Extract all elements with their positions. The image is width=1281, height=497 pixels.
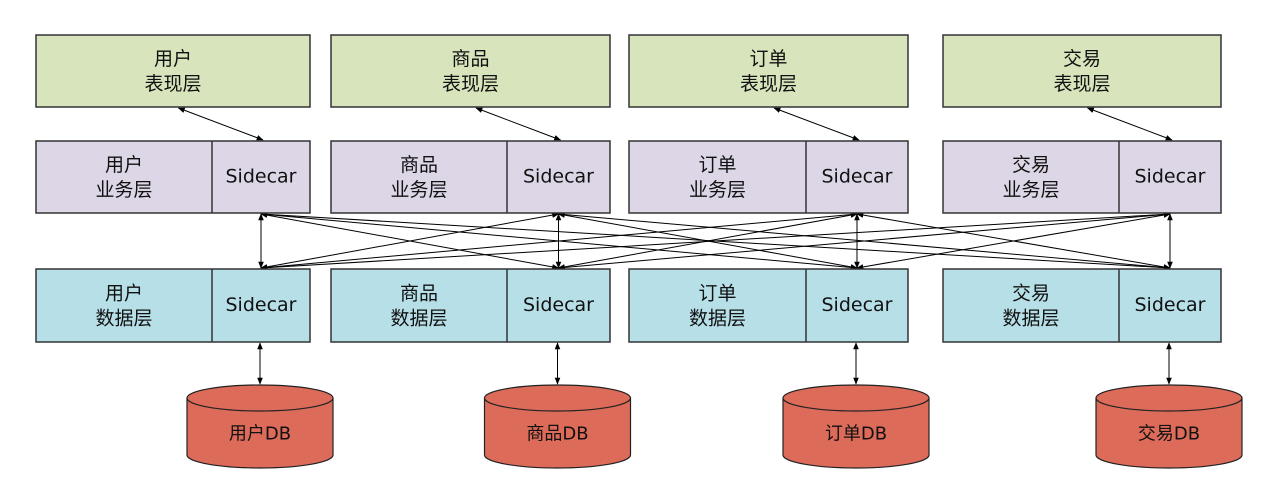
presentation-layer-label-line: 商品	[451, 48, 489, 70]
presentation-layer-label-line: 表现层	[144, 73, 201, 95]
presentation-layer-label-line: 表现层	[442, 73, 499, 95]
database-cylinder: 商品DB	[483, 384, 632, 469]
database-label: 商品DB	[526, 424, 588, 445]
presentation-layer-label-line: 订单	[749, 48, 787, 70]
business-sidecar-label: Sidecar	[822, 166, 893, 188]
data-sidecar-label: Sidecar	[822, 294, 893, 316]
database-cylinder: 交易DB	[1095, 384, 1243, 469]
presentation-layer-label-line: 交易	[1063, 48, 1101, 70]
database-label: 用户DB	[229, 424, 291, 445]
database-cylinder: 订单DB	[782, 384, 930, 469]
database-label: 订单DB	[825, 424, 887, 445]
business-sidecar-label: Sidecar	[523, 166, 594, 188]
business-sidecar-label: Sidecar	[1135, 166, 1206, 188]
business-layer-label-line: 用户	[105, 154, 143, 176]
business-layer-label-line: 交易	[1012, 154, 1050, 176]
business-layer-label-line: 业务层	[1002, 179, 1059, 201]
data-layer-label-line: 用户	[105, 282, 143, 304]
presentation-layer-box	[628, 34, 909, 108]
database-cylinder: 用户DB	[186, 384, 334, 469]
database-label: 交易DB	[1138, 424, 1200, 445]
presentation-layer-label-line: 表现层	[740, 73, 797, 95]
data-layer-label-line: 数据层	[95, 307, 152, 329]
presentation-layer-box	[330, 34, 611, 108]
data-layer-label-line: 数据层	[390, 307, 447, 329]
architecture-diagram: 用户表现层用户业务层Sidecar用户数据层Sidecar用户DB商品表现层商品…	[35, 34, 1243, 469]
data-sidecar-label: Sidecar	[523, 294, 594, 316]
column-user: 用户表现层用户业务层Sidecar用户数据层Sidecar用户DB	[35, 34, 334, 469]
presentation-layer-label-line: 用户	[154, 48, 192, 70]
business-layer-label-line: 业务层	[689, 179, 746, 201]
data-layer-label-line: 订单	[698, 282, 736, 304]
data-layer-label-line: 数据层	[689, 307, 746, 329]
presentation-to-sidecar-arrow	[773, 107, 860, 141]
business-layer-label-line: 订单	[698, 154, 736, 176]
data-sidecar-label: Sidecar	[226, 294, 297, 316]
presentation-layer-label-line: 表现层	[1053, 73, 1110, 95]
presentation-to-sidecar-arrow	[475, 107, 562, 141]
business-layer-label-line: 业务层	[95, 179, 152, 201]
service-columns: 用户表现层用户业务层Sidecar用户数据层Sidecar用户DB商品表现层商品…	[35, 34, 1243, 469]
presentation-to-sidecar-arrow	[1086, 107, 1173, 141]
data-layer-label-line: 交易	[1012, 282, 1050, 304]
database-top	[186, 384, 334, 412]
business-layer-label-line: 商品	[400, 154, 438, 176]
data-layer-label-line: 数据层	[1002, 307, 1059, 329]
data-sidecar-label: Sidecar	[1135, 294, 1206, 316]
data-layer-label-line: 商品	[400, 282, 438, 304]
business-sidecar-label: Sidecar	[226, 166, 297, 188]
presentation-layer-box	[35, 34, 311, 108]
column-product: 商品表现层商品业务层Sidecar商品数据层Sidecar商品DB	[330, 34, 632, 469]
presentation-layer-box	[942, 34, 1222, 108]
database-top	[483, 384, 632, 412]
business-layer-label-line: 业务层	[390, 179, 447, 201]
presentation-to-sidecar-arrow	[177, 107, 264, 141]
database-top	[1095, 384, 1243, 412]
database-top	[782, 384, 930, 412]
